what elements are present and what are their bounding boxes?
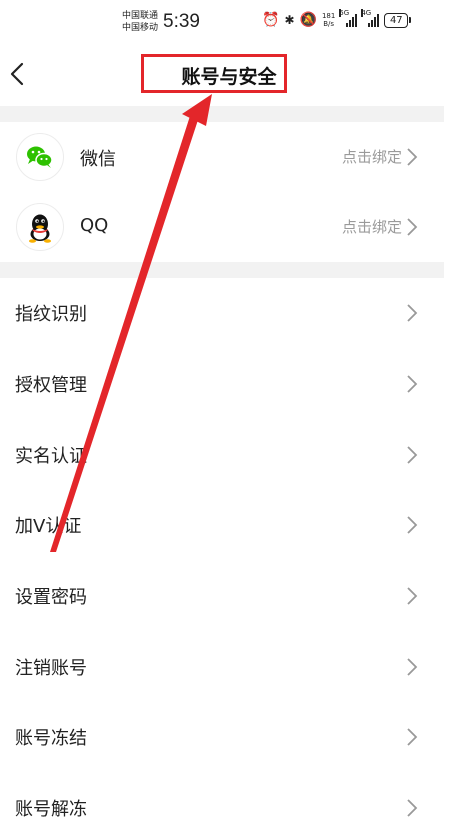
chevron-right-icon — [407, 658, 418, 676]
status-bar: 中国联通 中国移动 5:39 ⏰ ✱ 🔕 181 B/s 5G 4G 47 — [0, 0, 458, 44]
signal-5g-label: 5G — [339, 9, 350, 17]
list-item-qq[interactable]: QQ 点击绑定 — [0, 192, 444, 262]
row-label: 实名认证 — [15, 446, 87, 467]
bind-status[interactable]: 点击绑定 — [342, 146, 402, 167]
clock: 5:39 — [163, 11, 200, 32]
list-item-authorization[interactable]: 授权管理 — [0, 349, 444, 419]
list-item-password[interactable]: 设置密码 — [0, 561, 444, 631]
list-item-realname[interactable]: 实名认证 — [0, 420, 444, 490]
battery-level: 47 — [384, 12, 409, 28]
section-header — [0, 106, 444, 122]
net-speed: 181 B/s — [322, 12, 335, 28]
row-label: 账号解冻 — [15, 799, 87, 820]
chevron-right-icon — [407, 516, 418, 534]
carrier-1: 中国联通 — [122, 11, 159, 21]
signal-4g-label: 4G — [361, 9, 372, 17]
chevron-right-icon — [407, 587, 418, 605]
chevron-right-icon — [407, 148, 418, 166]
net-speed-unit: B/s — [323, 20, 335, 28]
list-item-v-verify[interactable]: 加V认证 — [0, 490, 444, 560]
wechat-avatar — [16, 133, 64, 181]
row-label: 指纹识别 — [15, 304, 87, 325]
row-label: 加V认证 — [15, 516, 82, 537]
social-name: QQ — [80, 215, 109, 236]
list-item-wechat[interactable]: 微信 点击绑定 — [0, 122, 444, 192]
row-label: 授权管理 — [15, 375, 87, 396]
list-item-fingerprint[interactable]: 指纹识别 — [0, 278, 444, 348]
qq-icon — [29, 214, 51, 243]
mute-icon: 🔕 — [299, 12, 317, 28]
chevron-right-icon — [407, 446, 418, 464]
page-title: 账号与安全 — [181, 66, 277, 88]
net-speed-value: 181 — [321, 12, 336, 20]
row-label: 注销账号 — [15, 658, 87, 679]
qq-avatar — [16, 203, 64, 251]
signal-4g-icon: 4G — [361, 9, 380, 27]
carrier-2: 中国移动 — [122, 23, 159, 33]
list-item-unfreeze[interactable]: 账号解冻 — [0, 773, 444, 820]
wechat-icon — [27, 146, 53, 168]
status-icons: ⏰ ✱ 🔕 181 B/s 5G 4G 47 — [262, 9, 412, 28]
list-item-cancel-account[interactable]: 注销账号 — [0, 632, 444, 702]
signal-5g-icon: 5G — [339, 9, 358, 27]
section-divider — [0, 262, 444, 278]
row-label: 账号冻结 — [15, 728, 87, 749]
bluetooth-icon: ✱ — [284, 13, 295, 27]
battery-icon: 47 — [384, 12, 412, 28]
bind-status[interactable]: 点击绑定 — [342, 216, 402, 237]
chevron-right-icon — [407, 218, 418, 236]
social-name: 微信 — [80, 149, 116, 170]
chevron-right-icon — [407, 375, 418, 393]
carrier-names: 中国联通 中国移动 — [122, 10, 158, 34]
list-item-freeze[interactable]: 账号冻结 — [0, 702, 444, 772]
row-label: 设置密码 — [15, 587, 87, 608]
chevron-right-icon — [407, 799, 418, 817]
alarm-icon: ⏰ — [262, 12, 280, 28]
chevron-right-icon — [407, 304, 418, 322]
chevron-right-icon — [407, 728, 418, 746]
top-bar: 账号与安全 — [0, 44, 458, 106]
